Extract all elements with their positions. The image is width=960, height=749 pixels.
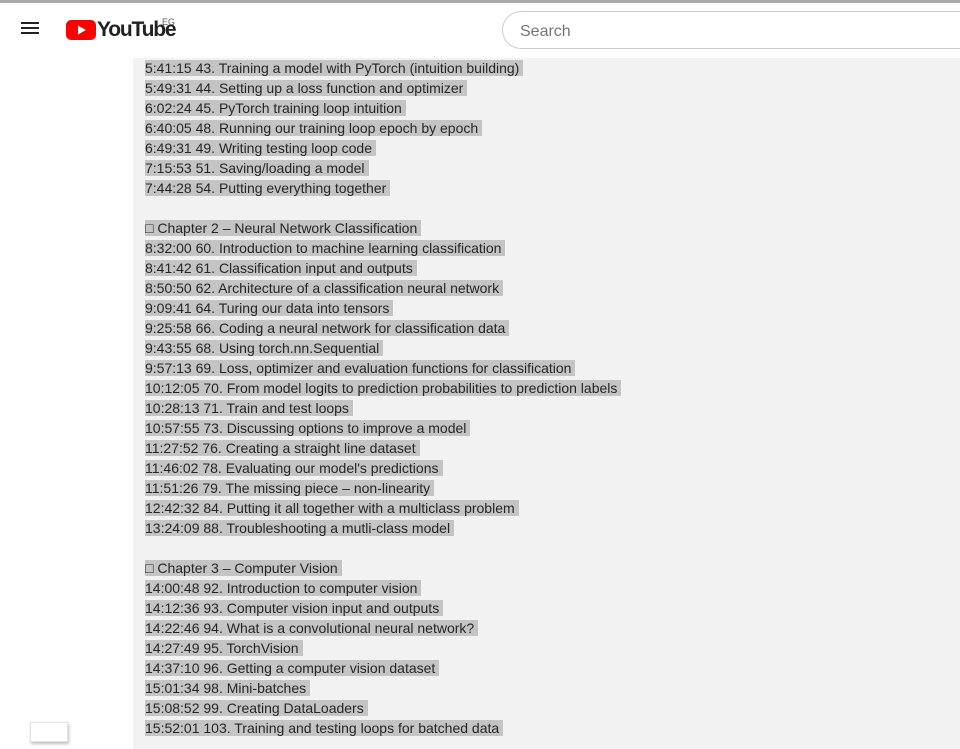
timestamp-line: 9:57:13 69. Loss, optimizer and evaluati… — [145, 358, 621, 378]
timestamp-line: 14:12:36 93. Computer vision input and o… — [145, 598, 621, 618]
timestamp-line: 9:25:58 66. Coding a neural network for … — [145, 318, 621, 338]
timestamp-text: 10:28:13 71. Train and test loops — [145, 400, 349, 416]
description-lines: 5:30:01 42. Making predictions with our … — [145, 58, 622, 738]
timestamp-line: 5:41:15 43. Training a model with PyTorc… — [145, 58, 621, 78]
search-box[interactable] — [502, 11, 960, 49]
timestamp-line: 14:22:46 94. What is a convolutional neu… — [145, 618, 621, 638]
timestamp-line: 15:01:34 98. Mini-batches — [145, 678, 621, 698]
timestamp-text: 6:49:31 49. Writing testing loop code — [145, 140, 373, 156]
timestamp-text: 15:52:01 103. Training and testing loops… — [145, 720, 500, 736]
timestamp-line: 10:12:05 70. From model logits to predic… — [145, 378, 622, 398]
timestamp-text: 13:24:09 88. Troubleshooting a mutli-cla… — [145, 520, 451, 536]
timestamp-line: 7:15:53 51. Saving/loading a model — [145, 158, 621, 178]
timestamp-line: 9:09:41 64. Turing our data into tensors — [145, 298, 621, 318]
timestamp-line: 10:57:55 73. Discussing options to impro… — [145, 418, 621, 438]
timestamp-text: 9:09:41 64. Turing our data into tensors — [145, 300, 390, 316]
chapter-title: Chapter 2 – Neural Network Classificatio… — [157, 220, 418, 236]
timestamp-text: 6:02:24 45. PyTorch training loop intuit… — [145, 100, 402, 116]
timestamp-line: 11:27:52 76. Creating a straight line da… — [145, 438, 621, 458]
timestamp-text: 11:27:52 76. Creating a straight line da… — [145, 440, 416, 456]
timestamp-text: 8:41:42 61. Classification input and out… — [145, 260, 413, 276]
timestamp-text: 10:57:55 73. Discussing options to impro… — [145, 420, 467, 436]
timestamp-text: 10:12:05 70. From model logits to predic… — [145, 380, 618, 396]
timestamp-text: 9:25:58 66. Coding a neural network for … — [145, 320, 506, 336]
timestamp-text: 7:44:28 54. Putting everything together — [145, 180, 387, 196]
chapter-glyph-icon: □ — [145, 560, 154, 576]
timestamp-text: 15:08:52 99. Creating DataLoaders — [145, 700, 364, 716]
timestamp-text: 14:00:48 92. Introduction to computer vi… — [145, 580, 418, 596]
timestamp-text: 9:57:13 69. Loss, optimizer and evaluati… — [145, 360, 572, 376]
chapter-title: Chapter 3 – Computer Vision — [157, 560, 338, 576]
masthead: YouTube EG — [0, 3, 960, 58]
timestamp-text: 9:43:55 68. Using torch.nn.Sequential — [145, 340, 380, 356]
timestamp-text: 15:01:34 98. Mini-batches — [145, 680, 307, 696]
timestamp-line: 14:00:48 92. Introduction to computer vi… — [145, 578, 621, 598]
timestamp-text: 11:51:26 79. The missing piece – non-lin… — [145, 480, 431, 496]
timestamp-line: 8:50:50 62. Architecture of a classifica… — [145, 278, 621, 298]
timestamp-line: 7:44:28 54. Putting everything together — [145, 178, 621, 198]
timestamp-line: 14:27:49 95. TorchVision — [145, 638, 621, 658]
timestamp-text: 5:49:31 44. Setting up a loss function a… — [145, 80, 464, 96]
youtube-play-icon — [66, 20, 96, 40]
chapter-glyph-icon: □ — [145, 220, 154, 236]
timestamp-text: 7:15:53 51. Saving/loading a model — [145, 160, 365, 176]
timestamp-text: 8:32:00 60. Introduction to machine lear… — [145, 240, 502, 256]
search-input[interactable] — [518, 21, 942, 43]
timestamp-line: 8:41:42 61. Classification input and out… — [145, 258, 621, 278]
timestamp-line: 10:28:13 71. Train and test loops — [145, 398, 621, 418]
timestamp-text: 14:27:49 95. TorchVision — [145, 640, 299, 656]
timestamp-text: 11:46:02 78. Evaluating our model's pred… — [145, 460, 439, 476]
video-description: 5:30:01 42. Making predictions with our … — [133, 58, 960, 749]
timestamp-text: 14:37:10 96. Getting a computer vision d… — [145, 660, 436, 676]
timestamp-line: 15:08:52 99. Creating DataLoaders — [145, 698, 621, 718]
timestamp-line: 8:32:00 60. Introduction to machine lear… — [145, 238, 621, 258]
chapter-heading: □ Chapter 2 – Neural Network Classificat… — [145, 218, 621, 238]
timestamp-line: 6:49:31 49. Writing testing loop code — [145, 138, 621, 158]
timestamp-text: 6:40:05 48. Running our training loop ep… — [145, 120, 479, 136]
region-code: EG — [162, 17, 176, 27]
timestamp-text: 14:22:46 94. What is a convolutional neu… — [145, 620, 475, 636]
timestamp-line: 5:49:31 44. Setting up a loss function a… — [145, 78, 621, 98]
timestamp-line: 12:42:32 84. Putting it all together wit… — [145, 498, 621, 518]
timestamp-line: 9:43:55 68. Using torch.nn.Sequential — [145, 338, 621, 358]
timestamp-line: 13:24:09 88. Troubleshooting a mutli-cla… — [145, 518, 621, 538]
timestamp-line: 6:40:05 48. Running our training loop ep… — [145, 118, 621, 138]
timestamp-line: 15:52:01 103. Training and testing loops… — [145, 718, 621, 738]
timestamp-text: 5:41:15 43. Training a model with PyTorc… — [145, 60, 520, 76]
hamburger-menu-icon[interactable] — [20, 21, 42, 39]
timestamp-text: 14:12:36 93. Computer vision input and o… — [145, 600, 440, 616]
timestamp-line: 11:46:02 78. Evaluating our model's pred… — [145, 458, 621, 478]
timestamp-line: 6:02:24 45. PyTorch training loop intuit… — [145, 98, 621, 118]
timestamp-line: 14:37:10 96. Getting a computer vision d… — [145, 658, 621, 678]
timestamp-text: 8:50:50 62. Architecture of a classifica… — [145, 280, 500, 296]
floating-widget[interactable] — [30, 722, 68, 742]
timestamp-line: 11:51:26 79. The missing piece – non-lin… — [145, 478, 621, 498]
timestamp-text: 12:42:32 84. Putting it all together wit… — [145, 500, 515, 516]
chapter-heading: □ Chapter 3 – Computer Vision — [145, 558, 621, 578]
